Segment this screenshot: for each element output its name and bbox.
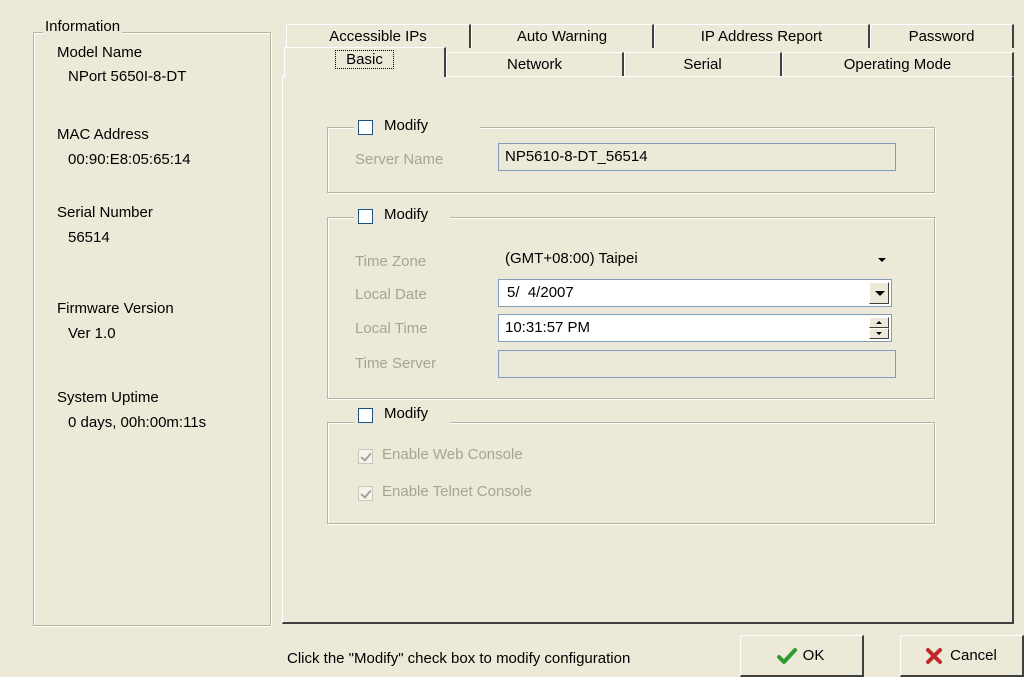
chevron-down-icon[interactable] (878, 258, 886, 262)
mac-address-value: 00:90:E8:05:65:14 (68, 151, 191, 168)
time-server-label: Time Server (355, 355, 437, 372)
enable-telnet-console-checkbox[interactable] (358, 486, 373, 501)
local-time-value: 10:31:57 PM (505, 319, 591, 336)
server-name-field[interactable]: NP5610-8-DT_56514 (498, 143, 896, 171)
firmware-version-label: Firmware Version (57, 300, 174, 317)
check-icon (776, 647, 797, 664)
enable-web-console-checkbox[interactable] (358, 449, 373, 464)
time-spinner-icon[interactable] (869, 317, 889, 339)
server-name-label: Server Name (355, 151, 444, 168)
local-time-field[interactable]: 10:31:57 PM (498, 314, 892, 342)
ok-button[interactable]: OK (740, 635, 864, 677)
tab-network[interactable]: Network (446, 52, 624, 76)
enable-web-console-label: Enable Web Console (382, 446, 523, 463)
tab-password[interactable]: Password (870, 24, 1014, 48)
modify-console-label: Modify (384, 405, 429, 422)
tab-operating-mode[interactable]: Operating Mode (782, 52, 1014, 76)
modify-time-label: Modify (384, 206, 429, 223)
system-uptime-label: System Uptime (57, 389, 159, 406)
local-time-label: Local Time (355, 320, 428, 337)
ok-label: OK (802, 647, 825, 664)
tab-ip-address-report[interactable]: IP Address Report (654, 24, 870, 48)
modify-time-checkbox[interactable] (358, 209, 373, 224)
cancel-button[interactable]: Cancel (900, 635, 1024, 677)
model-name-label: Model Name (57, 44, 143, 61)
modify-server-name-label: Modify (384, 117, 429, 134)
status-hint: Click the "Modify" check box to modify c… (287, 650, 631, 667)
close-icon (926, 647, 943, 664)
time-zone-label: Time Zone (355, 253, 427, 270)
local-date-value: 5/ 4/2007 (507, 284, 574, 301)
modify-console-checkbox[interactable] (358, 408, 373, 423)
tab-accessible-ips[interactable]: Accessible IPs (286, 24, 471, 48)
local-date-label: Local Date (355, 286, 427, 303)
tab-basic[interactable]: Basic (284, 47, 446, 77)
information-title: Information (43, 18, 123, 35)
time-server-field[interactable] (498, 350, 896, 378)
local-date-picker[interactable]: 5/ 4/2007 (498, 279, 892, 307)
cancel-label: Cancel (950, 647, 997, 664)
enable-telnet-console-label: Enable Telnet Console (382, 483, 532, 500)
date-dropdown-icon[interactable] (869, 282, 889, 304)
serial-number-label: Serial Number (57, 204, 153, 221)
tab-auto-warning[interactable]: Auto Warning (471, 24, 654, 48)
tab-serial[interactable]: Serial (624, 52, 782, 76)
time-zone-select[interactable]: (GMT+08:00) Taipei (505, 250, 638, 267)
modify-server-name-checkbox[interactable] (358, 120, 373, 135)
mac-address-label: MAC Address (57, 126, 149, 143)
model-name-value: NPort 5650I-8-DT (68, 68, 187, 85)
system-uptime-value: 0 days, 00h:00m:11s (68, 414, 207, 431)
console-groupbox (327, 422, 935, 524)
firmware-version-value: Ver 1.0 (68, 325, 116, 342)
serial-number-value: 56514 (68, 229, 110, 246)
